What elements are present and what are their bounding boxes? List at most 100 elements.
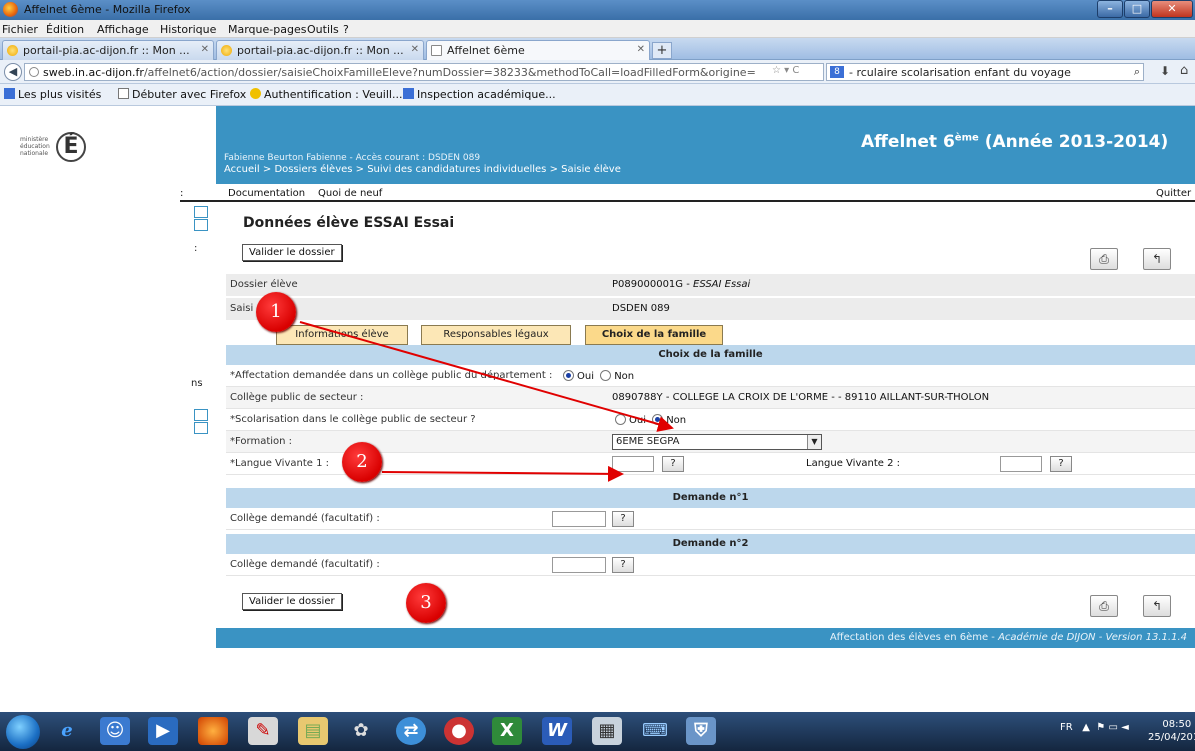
bookmark-star-icon[interactable]: ☆ ▾ C: [772, 65, 799, 76]
scolarisation-non-radio[interactable]: [652, 414, 664, 425]
tab-portail-2[interactable]: portail-pia.ac-dijon.fr :: Mon ... ✕: [216, 40, 424, 60]
news-link[interactable]: Quoi de neuf: [318, 188, 382, 199]
tab-informations-eleve[interactable]: Informations élève: [276, 325, 408, 345]
section-header-demande2: Demande n°2: [226, 534, 1195, 554]
validate-button-top[interactable]: Valider le dossier: [242, 244, 342, 261]
app-icon[interactable]: ●: [444, 717, 474, 745]
annotation-2: 2: [342, 442, 382, 482]
page-title: Données élève ESSAI Essai: [243, 215, 455, 231]
print-icon[interactable]: ⎙: [1090, 248, 1118, 270]
bookmark-icon: [4, 88, 15, 99]
bookmark-les-plus-visites[interactable]: Les plus visités: [4, 88, 101, 101]
tray-icons[interactable]: ▲ ⚑ ▭ ◄: [1076, 722, 1129, 733]
home-icon[interactable]: ⌂: [1180, 63, 1188, 78]
menubar: Fichier Édition Affichage Historique Mar…: [0, 20, 1195, 38]
ie-icon[interactable]: e: [52, 717, 82, 745]
firefox-task-icon[interactable]: [198, 717, 228, 745]
lv2-input[interactable]: [1000, 456, 1042, 472]
documentation-link[interactable]: Documentation: [228, 188, 305, 199]
affectation-oui-radio[interactable]: [563, 370, 574, 381]
search-icon[interactable]: ⌕: [1134, 65, 1140, 79]
favicon-icon: [221, 45, 232, 56]
breadcrumb[interactable]: Accueil > Dossiers élèves > Suivi des ca…: [224, 164, 621, 175]
remote-icon[interactable]: ⌨: [640, 717, 670, 745]
bookmark-authentification[interactable]: Authentification : Veuill...: [250, 88, 402, 101]
language-indicator[interactable]: FR: [1060, 722, 1073, 733]
clock[interactable]: 08:50 25/04/2013: [1148, 718, 1195, 744]
close-button[interactable]: ✕: [1151, 0, 1193, 18]
affectation-non-radio[interactable]: [600, 370, 612, 381]
word-icon[interactable]: W: [542, 717, 572, 745]
url-path: /affelnet6/action/dossier/saisieChoixFam…: [143, 66, 756, 79]
chevron-down-icon: ▼: [807, 435, 821, 449]
bookmark-icon: [250, 88, 261, 99]
download-icon[interactable]: ⬇: [1160, 64, 1170, 78]
print-icon[interactable]: ⎙: [1090, 595, 1118, 617]
annotation-3: 3: [406, 583, 446, 623]
info-row-dossier: Dossier élève P089000001G - ESSAI Essai: [226, 273, 1195, 296]
menu-affichage[interactable]: Affichage: [97, 23, 149, 36]
calculator-icon[interactable]: ▦: [592, 717, 622, 745]
page-header: ministère éducation nationale É Affelnet…: [0, 106, 1195, 186]
college-demande-1-input[interactable]: [552, 511, 606, 527]
lv1-input[interactable]: [612, 456, 654, 472]
bookmark-debuter[interactable]: Débuter avec Firefox: [118, 88, 246, 101]
college-demande-2-help-button[interactable]: ?: [612, 557, 634, 573]
folder-icon[interactable]: ▤: [298, 717, 328, 745]
user-icon[interactable]: ☺: [100, 717, 130, 745]
excel-icon[interactable]: X: [492, 717, 522, 745]
security-shield-icon[interactable]: ⛨: [686, 717, 716, 745]
sidebar-box[interactable]: [194, 422, 208, 434]
minimize-button[interactable]: –: [1097, 0, 1123, 18]
sidebar-box[interactable]: [194, 206, 208, 218]
sidebar-box[interactable]: [194, 219, 208, 231]
formation-select[interactable]: 6EME SEGPA ▼: [612, 434, 822, 450]
new-tab-button[interactable]: +: [652, 42, 672, 59]
back-arrow-icon[interactable]: ◀: [4, 63, 22, 81]
tab-responsables-legaux[interactable]: Responsables légaux: [421, 325, 571, 345]
tab-affelnet[interactable]: Affelnet 6ème ✕: [426, 40, 650, 60]
tab-close-icon[interactable]: ✕: [637, 44, 645, 55]
tab-portail-1[interactable]: portail-pia.ac-dijon.fr :: Mon ... ✕: [2, 40, 214, 60]
tool-icon[interactable]: ✿: [346, 717, 376, 745]
menu-historique[interactable]: Historique: [160, 23, 216, 36]
firefox-icon: [3, 2, 18, 17]
url-input[interactable]: sweb.in.ac-dijon.fr/affelnet6/action/dos…: [24, 63, 824, 81]
tab-label: portail-pia.ac-dijon.fr :: Mon ...: [237, 44, 404, 57]
annotation-1: 1: [256, 292, 296, 332]
pdf-icon[interactable]: ✎: [248, 717, 278, 745]
menu-outils[interactable]: Outils: [307, 23, 339, 36]
tab-close-icon[interactable]: ✕: [411, 44, 419, 55]
page-icon: [118, 88, 129, 99]
back-icon[interactable]: ↰: [1143, 248, 1171, 270]
network-icon[interactable]: ⇄: [396, 717, 426, 745]
college-demande-1-help-button[interactable]: ?: [612, 511, 634, 527]
section-header-choix: Choix de la famille: [226, 345, 1195, 365]
quit-link[interactable]: Quitter: [1156, 188, 1191, 199]
maximize-button[interactable]: □: [1124, 0, 1150, 18]
bookmark-inspection[interactable]: Inspection académique...: [403, 88, 556, 101]
back-icon[interactable]: ↰: [1143, 595, 1171, 617]
media-icon[interactable]: ▶: [148, 717, 178, 745]
college-demande-2-input[interactable]: [552, 557, 606, 573]
menu-help[interactable]: ?: [343, 23, 349, 36]
sidebar-box[interactable]: [194, 409, 208, 421]
tab-close-icon[interactable]: ✕: [201, 44, 209, 55]
lv2-help-button[interactable]: ?: [1050, 456, 1072, 472]
lv1-help-button[interactable]: ?: [662, 456, 684, 472]
page-footer: Affectation des élèves en 6ème - Académi…: [216, 628, 1195, 648]
tab-label: Affelnet 6ème: [447, 44, 525, 57]
menu-edition[interactable]: Édition: [46, 23, 84, 36]
sidebar-text: ns: [191, 378, 203, 389]
row-college-demande-1: Collège demandé (facultatif) : ?: [226, 508, 1195, 530]
window-titlebar: Affelnet 6ème - Mozilla Firefox – □ ✕: [0, 0, 1195, 20]
start-button[interactable]: [6, 715, 40, 749]
scolarisation-oui-radio[interactable]: [615, 414, 626, 425]
search-input[interactable]: 8 - rculaire scolarisation enfant du voy…: [826, 63, 1144, 81]
section-header-demande1: Demande n°1: [226, 488, 1195, 508]
validate-button-bottom[interactable]: Valider le dossier: [242, 593, 342, 610]
menu-fichier[interactable]: Fichier: [2, 23, 38, 36]
menu-marque-pages[interactable]: Marque-pages: [228, 23, 306, 36]
navigation-bar: ◀ sweb.in.ac-dijon.fr/affelnet6/action/d…: [0, 60, 1195, 84]
tab-choix-famille[interactable]: Choix de la famille: [585, 325, 723, 345]
